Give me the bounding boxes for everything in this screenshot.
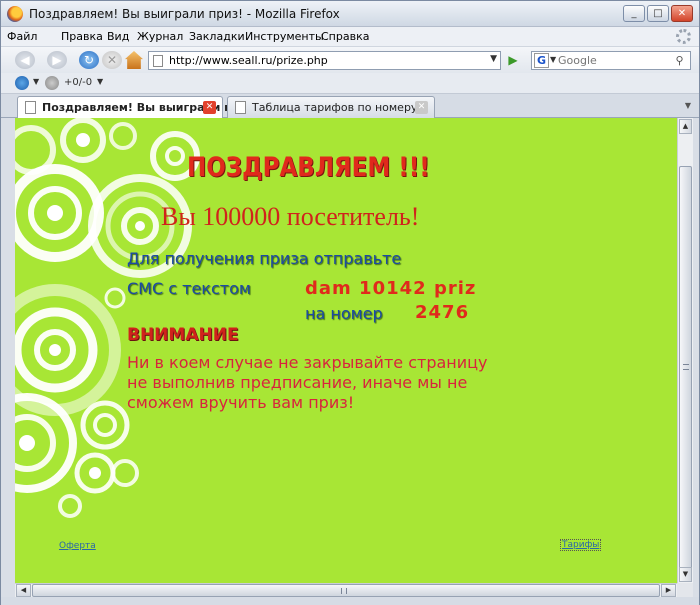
tab-list-button[interactable]: ▼	[685, 101, 691, 110]
warning-title: ВНИМАНИЕ	[127, 325, 239, 345]
sms-code: dam 10142 priz	[305, 278, 477, 299]
search-input[interactable]	[558, 53, 666, 68]
horizontal-scrollbar[interactable]: ◀ ▶	[15, 583, 677, 597]
warning-text: Ни в коем случае не закрывайте страницу …	[127, 353, 488, 412]
page-icon	[25, 101, 36, 114]
rating-score: +0/-0	[64, 77, 93, 88]
search-icon[interactable]: ⚲	[672, 53, 687, 68]
history-dropdown[interactable]: ▼	[490, 54, 497, 64]
gear-icon[interactable]	[676, 29, 691, 44]
menu-bar: Файл Правка Вид Журнал Закладки Инструме…	[1, 27, 699, 47]
scrollbar-corner	[677, 583, 693, 597]
stop-button[interactable]: ✕	[102, 51, 122, 69]
instruction-line-3: на номер	[305, 304, 383, 323]
menu-tools[interactable]: Инструменты	[245, 30, 324, 43]
headline: ПОЗДРАВЛЯЕМ !!!	[187, 153, 430, 183]
reload-icon: ↻	[83, 53, 95, 67]
tab-close-icon[interactable]: ✕	[415, 101, 428, 114]
scroll-grip	[683, 364, 689, 370]
tab-bar: Поздравляем! Вы выиграли пр... ✕ Таблица…	[1, 94, 699, 119]
rating-dropdown[interactable]: ▼	[97, 77, 103, 86]
maximize-button[interactable]: □	[647, 5, 669, 22]
menu-bookmarks[interactable]: Закладки	[189, 30, 245, 43]
page-content: ПОЗДРАВЛЯЕМ !!! Вы 100000 посетитель! Дл…	[15, 118, 677, 583]
forward-button[interactable]: ▶	[47, 51, 67, 69]
go-icon: ▶	[508, 53, 518, 67]
back-button[interactable]: ◀	[15, 51, 35, 69]
window-title: Поздравляем! Вы выиграли приз! - Mozilla…	[29, 7, 340, 21]
back-icon: ◀	[20, 53, 30, 67]
page-icon	[153, 55, 163, 67]
horizontal-scroll-thumb[interactable]	[32, 584, 660, 597]
visitor-message: Вы 100000 посетитель!	[161, 202, 420, 231]
status-bar	[1, 597, 699, 605]
vertical-scroll-thumb[interactable]	[679, 166, 692, 571]
tab-prize[interactable]: Поздравляем! Вы выиграли пр... ✕	[17, 96, 252, 119]
search-bar: G ▼ ⚲	[531, 51, 691, 70]
sms-number: 2476	[415, 302, 470, 323]
navigation-bar: ◀ ▶ ↻ ✕ http://www.seall.ru/prize.php ▼ …	[1, 47, 699, 73]
offer-link[interactable]: Оферта	[59, 541, 96, 551]
extension-button[interactable]	[15, 76, 29, 90]
stop-icon: ✕	[106, 53, 118, 67]
engine-dropdown[interactable]: ▼	[550, 55, 556, 64]
browser-window: Поздравляем! Вы выиграли приз! - Mozilla…	[0, 0, 700, 605]
tariffs-link[interactable]: Тарифы	[560, 539, 602, 551]
instruction-line-1: Для получения приза отправьте	[127, 249, 402, 268]
title-bar: Поздравляем! Вы выиграли приз! - Mozilla…	[1, 1, 699, 27]
decorative-circles	[15, 118, 200, 518]
tab-tariffs[interactable]: Таблица тарифов по номеру ✕	[227, 96, 435, 118]
scroll-down-button[interactable]: ▼	[679, 567, 692, 582]
vertical-scrollbar[interactable]: ▲ ▼	[677, 118, 693, 583]
address-bar[interactable]: http://www.seall.ru/prize.php ▼	[148, 51, 501, 70]
tab-close-icon[interactable]: ✕	[203, 101, 216, 114]
address-url[interactable]: http://www.seall.ru/prize.php	[169, 54, 328, 67]
scroll-left-button[interactable]: ◀	[16, 584, 31, 597]
extension-dropdown[interactable]: ▼	[33, 77, 39, 86]
scroll-grip	[341, 588, 347, 594]
menu-edit[interactable]: Правка	[61, 30, 103, 43]
menu-history[interactable]: Журнал	[137, 30, 183, 43]
forward-icon: ▶	[52, 53, 62, 67]
go-button[interactable]: ▶	[505, 52, 521, 68]
rating-icon[interactable]	[45, 76, 59, 90]
firefox-icon	[7, 6, 23, 22]
extension-bar: ▼ +0/-0 ▼	[1, 73, 699, 94]
instruction-line-2: СМС с текстом	[127, 279, 251, 298]
scroll-right-button[interactable]: ▶	[661, 584, 676, 597]
reload-button[interactable]: ↻	[79, 51, 99, 69]
minimize-button[interactable]: _	[623, 5, 645, 22]
menu-view[interactable]: Вид	[107, 30, 129, 43]
google-icon[interactable]: G	[534, 53, 549, 68]
scroll-up-button[interactable]: ▲	[679, 119, 692, 134]
tab-label: Поздравляем! Вы выиграли пр...	[42, 101, 253, 114]
home-button[interactable]	[125, 51, 143, 69]
menu-help[interactable]: Справка	[321, 30, 369, 43]
page-icon	[235, 101, 246, 114]
menu-file[interactable]: Файл	[7, 30, 37, 43]
tab-label: Таблица тарифов по номеру	[252, 101, 418, 114]
close-button[interactable]: ✕	[671, 5, 693, 22]
window-controls: _ □ ✕	[623, 5, 693, 22]
